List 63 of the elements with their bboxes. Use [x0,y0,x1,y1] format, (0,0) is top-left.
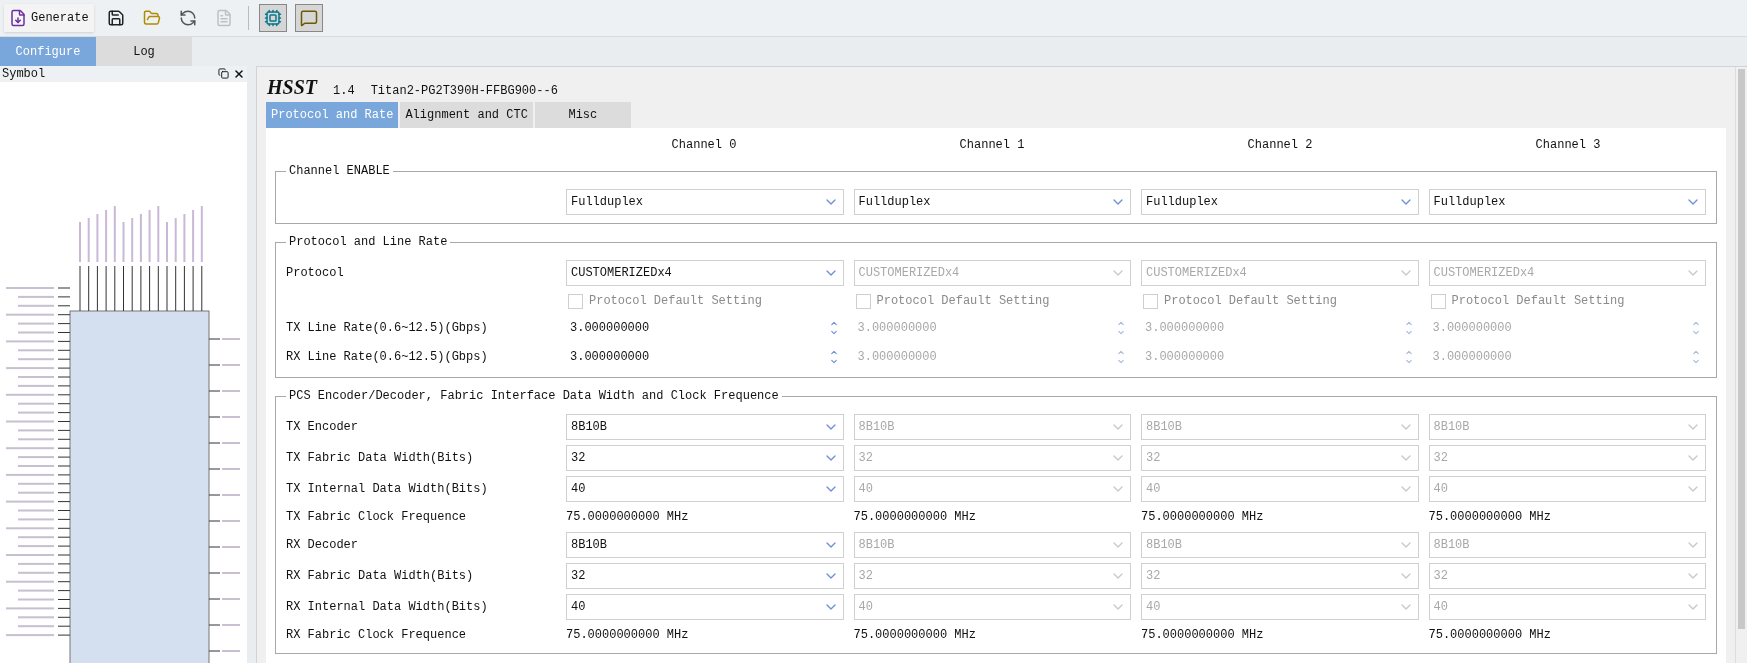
field-label: TX Line Rate(0.6~12.5)(Gbps) [286,320,489,337]
dropdown[interactable]: 32 [566,563,844,589]
frequency-value: 75.0000000000 MHz [1141,509,1265,526]
restore-icon[interactable] [218,68,229,79]
frequency-value: 75.0000000000 MHz [1141,627,1265,644]
checkbox-label: Protocol Default Setting [1164,293,1337,310]
channel-header: Channel 1 [959,137,1025,154]
dropdown[interactable]: 40 [566,476,844,502]
field-label: RX Line Rate(0.6~12.5)(Gbps) [286,349,489,366]
tab[interactable]: Protocol and Rate [266,102,399,128]
field-label: TX Fabric Clock Frequence [286,509,468,526]
tab[interactable]: Log [96,37,192,66]
device-label: Titan2-PG2T390H-FFBG900--6 [370,83,558,100]
spin-field[interactable]: 3.000000000 [566,316,844,340]
tab[interactable]: Configure [0,37,96,66]
ip-title: HSST [267,75,318,100]
channel-header: Channel 3 [1535,137,1601,154]
frequency-value: 75.0000000000 MHz [853,509,977,526]
dropdown[interactable]: CUSTOMERIZEDx4 [566,260,844,286]
spin-field[interactable]: 3.000000000 [566,345,844,369]
tab[interactable]: Misc [534,102,631,128]
checkbox-label: Protocol Default Setting [589,293,762,310]
tab[interactable]: Alignment and CTC [400,102,533,128]
field-label: TX Internal Data Width(Bits) [286,481,489,498]
version-label: 1.4 [333,83,355,100]
folder-icon [142,9,161,27]
generate-button[interactable]: Generate [4,4,94,32]
frequency-value: 75.0000000000 MHz [1428,509,1552,526]
document-arrow-icon [9,9,27,27]
field-label: Protocol [286,265,345,282]
close-icon[interactable] [233,68,245,80]
dropdown[interactable]: 32 [566,445,844,471]
dropdown[interactable]: Fullduplex [566,189,844,215]
chip-icon [263,9,282,27]
dropdown[interactable]: 8B10B [566,532,844,558]
checkbox-label: Protocol Default Setting [876,293,1050,310]
frequency-value: 75.0000000000 MHz [1428,627,1552,644]
dropdown[interactable]: 40 [566,594,844,620]
section-title: Channel ENABLE [288,163,391,180]
field-label: RX Internal Data Width(Bits) [286,599,489,616]
frequency-value: 75.0000000000 MHz [853,627,977,644]
section-title: Protocol and Line Rate [288,234,449,251]
dropdown[interactable]: Fullduplex [853,189,1131,215]
frequency-value: 75.0000000000 MHz [566,509,690,526]
document-icon [214,9,233,27]
field-label: RX Fabric Clock Frequence [286,627,468,644]
panel-title: Symbol [2,66,46,83]
field-label: TX Encoder [286,419,359,436]
field-label: RX Fabric Data Width(Bits) [286,568,475,585]
section-title: PCS Encoder/Decoder, Fabric Interface Data Width and Clock Frequence [288,388,780,405]
frequency-value: 75.0000000000 MHz [566,627,690,644]
speech-bubble-icon [299,9,318,27]
dropdown[interactable]: Fullduplex [1428,189,1706,215]
dropdown[interactable]: 8B10B [566,414,844,440]
channel-header: Channel 2 [1247,137,1313,154]
dropdown[interactable]: Fullduplex [1141,189,1419,215]
channel-header: Channel 0 [671,137,737,154]
toolbar-button[interactable] [294,4,323,32]
checkbox-label: Protocol Default Setting [1451,293,1625,310]
refresh-icon [178,9,197,27]
field-label: TX Fabric Data Width(Bits) [286,450,475,467]
scrollbar[interactable] [1735,67,1747,663]
field-label: RX Decoder [286,537,359,554]
